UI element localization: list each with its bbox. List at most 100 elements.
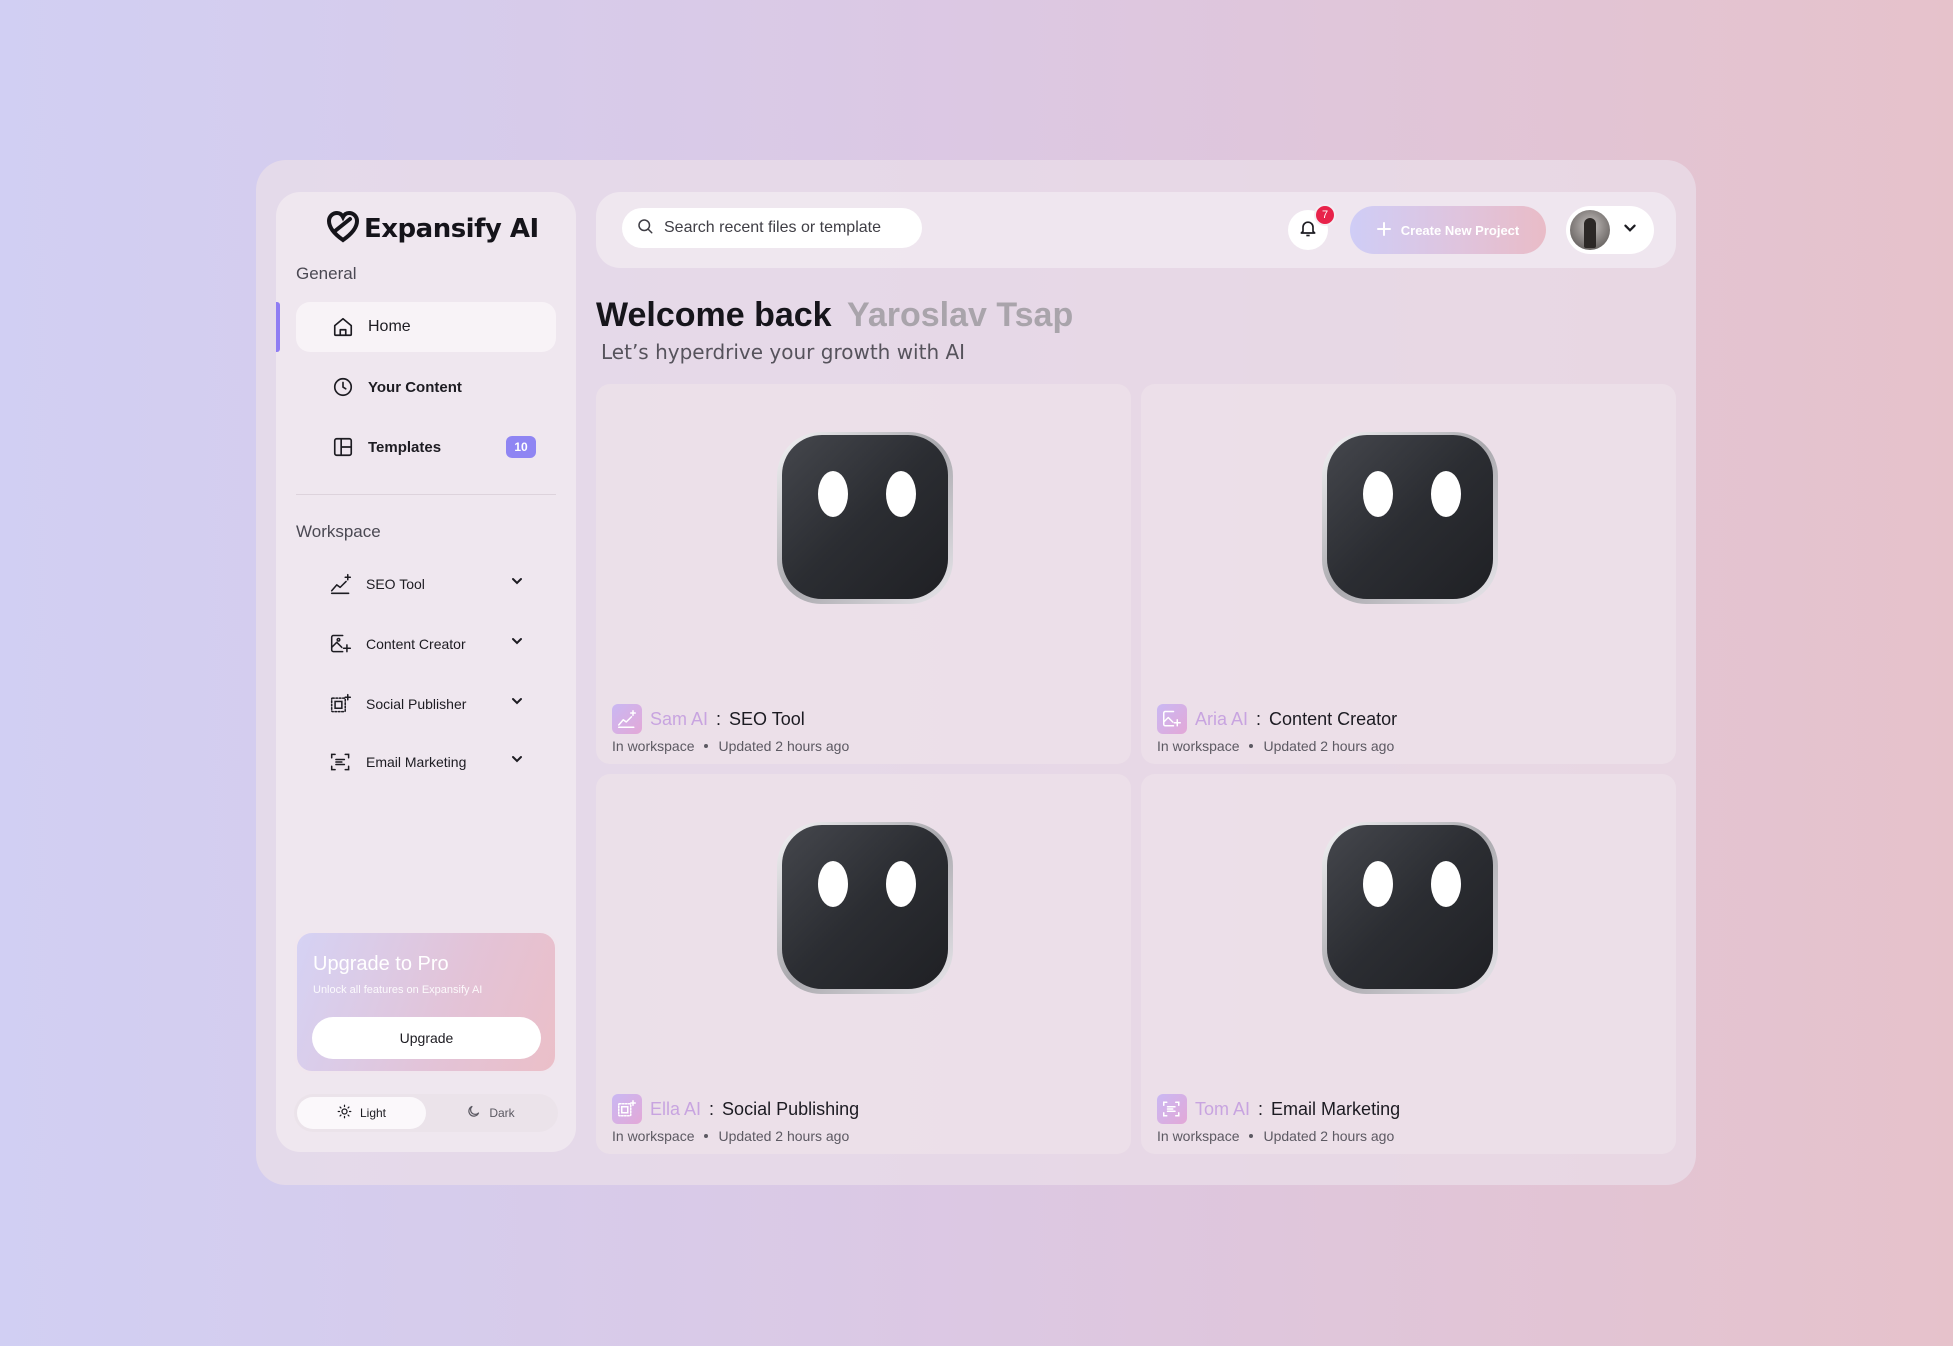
nav-item-home[interactable]: Home bbox=[296, 302, 556, 352]
templates-count-badge: 10 bbox=[506, 436, 536, 458]
chevron-down-icon bbox=[1622, 220, 1638, 241]
brand-logo[interactable]: Expansify AI bbox=[326, 210, 539, 248]
project-card-social-publishing[interactable]: Ella AI : Social Publishing In workspace… bbox=[596, 774, 1131, 1154]
workspace-item-label: SEO Tool bbox=[366, 576, 425, 592]
theme-dark-label: Dark bbox=[489, 1106, 515, 1120]
card-title-separator: : bbox=[716, 708, 722, 729]
theme-dark-button[interactable]: Dark bbox=[426, 1097, 555, 1129]
page-subtitle: Let’s hyperdrive your growth with AI bbox=[601, 340, 966, 364]
plus-icon bbox=[1376, 221, 1391, 239]
theme-light-button[interactable]: Light bbox=[297, 1097, 426, 1129]
card-meta: In workspace Updated 2 hours ago bbox=[1157, 738, 1394, 754]
chevron-down-icon[interactable] bbox=[510, 752, 524, 769]
topbar: 7 Create New Project bbox=[596, 192, 1676, 268]
workspace-item-content-creator[interactable]: Content Creator bbox=[330, 624, 540, 664]
moon-icon bbox=[466, 1104, 481, 1122]
avatar bbox=[1570, 210, 1610, 250]
robot-illustration bbox=[1318, 816, 1502, 1000]
upgrade-title: Upgrade to Pro bbox=[313, 953, 449, 975]
meta-separator-dot bbox=[1249, 1134, 1254, 1138]
theme-light-label: Light bbox=[359, 1106, 387, 1120]
workspace-item-email-marketing[interactable]: Email Marketing bbox=[330, 742, 540, 782]
card-location: In workspace bbox=[612, 1128, 695, 1144]
project-card-email-marketing[interactable]: Tom AI : Email Marketing In workspace Up… bbox=[1141, 774, 1676, 1154]
search-input[interactable] bbox=[664, 219, 914, 237]
sidebar: Expansify AI General Home Your Content T… bbox=[276, 192, 576, 1152]
card-title: Ella AI : Social Publishing bbox=[612, 1094, 859, 1124]
welcome-text: Welcome back bbox=[596, 296, 832, 334]
card-title-text: Social Publishing bbox=[722, 1098, 860, 1119]
ai-name: Tom AI bbox=[1195, 1098, 1251, 1119]
workspace-item-seo-tool[interactable]: SEO Tool bbox=[330, 564, 540, 604]
notification-count-badge: 7 bbox=[1314, 204, 1336, 226]
chevron-down-icon[interactable] bbox=[510, 694, 524, 711]
scan-text-icon bbox=[1157, 1094, 1187, 1124]
create-new-project-button[interactable]: Create New Project bbox=[1350, 206, 1546, 254]
project-card-content-creator[interactable]: Aria AI : Content Creator In workspace U… bbox=[1141, 384, 1676, 764]
logo-icon bbox=[326, 210, 360, 248]
profile-menu[interactable] bbox=[1566, 206, 1654, 254]
card-meta: In workspace Updated 2 hours ago bbox=[1157, 1128, 1394, 1144]
card-meta: In workspace Updated 2 hours ago bbox=[612, 738, 849, 754]
card-location: In workspace bbox=[1157, 1128, 1240, 1144]
chart-sparkle-icon bbox=[330, 573, 352, 595]
nav-item-templates[interactable]: Templates 10 bbox=[296, 422, 556, 472]
card-title-text: Email Marketing bbox=[1271, 1098, 1401, 1119]
meta-separator-dot bbox=[1249, 744, 1254, 748]
page-title: Welcome back Yaroslav Tsap bbox=[596, 296, 1073, 335]
section-label-general: General bbox=[296, 264, 357, 283]
card-title-separator: : bbox=[709, 1098, 715, 1119]
card-updated: Updated 2 hours ago bbox=[718, 1128, 850, 1144]
scan-text-icon bbox=[330, 751, 352, 773]
card-title: Tom AI : Email Marketing bbox=[1157, 1094, 1400, 1124]
project-card-seo-tool[interactable]: Sam AI : SEO Tool In workspace Updated 2… bbox=[596, 384, 1131, 764]
notifications-button[interactable]: 7 bbox=[1288, 204, 1336, 250]
upgrade-subtitle: Unlock all features on Expansify AI bbox=[313, 984, 483, 996]
app-window: Expansify AI General Home Your Content T… bbox=[256, 160, 1696, 1185]
create-new-project-label: Create New Project bbox=[1400, 222, 1520, 238]
brand-name: Expansify AI bbox=[364, 214, 539, 244]
image-sparkle-icon bbox=[330, 633, 352, 655]
image-sparkle-icon bbox=[1157, 704, 1187, 734]
card-title: Sam AI : SEO Tool bbox=[612, 704, 805, 734]
nav-item-label: Your Content bbox=[368, 378, 462, 396]
frame-sparkle-icon bbox=[612, 1094, 642, 1124]
sun-icon bbox=[337, 1104, 352, 1122]
workspace-item-label: Email Marketing bbox=[366, 754, 467, 770]
meta-separator-dot bbox=[704, 1134, 709, 1138]
robot-illustration bbox=[773, 816, 957, 1000]
card-meta: In workspace Updated 2 hours ago bbox=[612, 1128, 849, 1144]
search-bar[interactable] bbox=[622, 208, 922, 248]
upgrade-button[interactable]: Upgrade bbox=[312, 1017, 541, 1059]
ai-name: Sam AI bbox=[650, 708, 709, 729]
user-name: Yaroslav Tsap bbox=[847, 296, 1074, 334]
active-indicator bbox=[276, 302, 280, 352]
layout-icon bbox=[332, 436, 354, 458]
ai-name: Ella AI bbox=[650, 1098, 702, 1119]
card-updated: Updated 2 hours ago bbox=[1263, 1128, 1395, 1144]
card-title-text: Content Creator bbox=[1269, 708, 1398, 729]
nav-item-label: Home bbox=[368, 318, 411, 335]
workspace-item-label: Content Creator bbox=[366, 636, 466, 652]
robot-illustration bbox=[773, 426, 957, 610]
search-icon bbox=[636, 217, 654, 240]
chart-sparkle-icon bbox=[612, 704, 642, 734]
nav-item-your-content[interactable]: Your Content bbox=[296, 362, 556, 412]
theme-toggle: Light Dark bbox=[294, 1094, 558, 1132]
frame-sparkle-icon bbox=[330, 693, 352, 715]
sidebar-divider bbox=[296, 494, 556, 495]
ai-name: Aria AI bbox=[1195, 708, 1249, 729]
section-label-workspace: Workspace bbox=[296, 522, 381, 541]
card-updated: Updated 2 hours ago bbox=[1263, 738, 1395, 754]
card-title-separator: : bbox=[1256, 708, 1262, 729]
chevron-down-icon[interactable] bbox=[510, 634, 524, 651]
card-title-text: SEO Tool bbox=[729, 708, 805, 729]
nav-item-label: Templates bbox=[368, 438, 442, 456]
card-title: Aria AI : Content Creator bbox=[1157, 704, 1397, 734]
card-location: In workspace bbox=[612, 738, 695, 754]
card-location: In workspace bbox=[1157, 738, 1240, 754]
chevron-down-icon[interactable] bbox=[510, 574, 524, 591]
workspace-item-label: Social Publisher bbox=[366, 696, 467, 712]
workspace-item-social-publisher[interactable]: Social Publisher bbox=[330, 684, 540, 724]
card-updated: Updated 2 hours ago bbox=[718, 738, 850, 754]
